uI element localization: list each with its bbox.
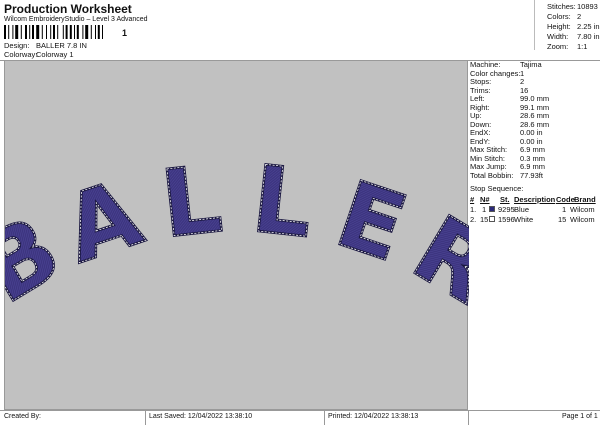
row-code: 1 xyxy=(562,205,567,214)
barcode-bar xyxy=(95,25,96,39)
barcode-bar xyxy=(50,25,52,39)
barcode-bar xyxy=(12,25,14,39)
footer-divider xyxy=(145,411,146,425)
stat-stitches: Stitches:10893 xyxy=(547,2,598,11)
colorway-value: Colorway 1 xyxy=(36,50,74,59)
stats-panel: Stitches:10893 Colors: 2 Height: 2.25 in W… xyxy=(534,0,600,51)
barcode-text: 1 xyxy=(122,28,128,38)
row-needle: 15 xyxy=(480,215,489,224)
stat-label: Stitches: xyxy=(547,2,576,11)
stat-zoom: Zoom: 1:1 xyxy=(547,42,587,51)
row-code: 15 xyxy=(558,215,567,224)
row-stitches: 9295 xyxy=(498,205,515,214)
barcode-bar xyxy=(65,25,68,39)
barcode-bar xyxy=(46,25,47,39)
stat-value: 7.80 in xyxy=(577,32,600,41)
stat-value: 2.25 in xyxy=(577,22,600,31)
barcode-bar xyxy=(76,25,79,39)
stat-label: Zoom: xyxy=(547,42,569,51)
page-title: Production Worksheet xyxy=(4,2,132,16)
footer: Created By: Last Saved: 12/04/2022 13:38… xyxy=(0,410,600,425)
stat-label: Colors: xyxy=(547,12,571,21)
info-label: Total Bobbin: xyxy=(470,170,514,180)
colorway-label: Colorway: xyxy=(4,50,38,59)
stat-value: 1:1 xyxy=(577,42,588,51)
stat-value: 2 xyxy=(577,12,582,21)
color-swatch xyxy=(489,216,495,222)
stat-value: 10893 xyxy=(577,2,598,11)
col-header-brand: Brand xyxy=(574,195,596,204)
footer-page: Page 1 of 1 xyxy=(562,413,598,420)
row-num: 2. xyxy=(470,215,477,224)
design-letter-stitch: L xyxy=(248,146,318,259)
col-header-needle: N# xyxy=(480,195,490,204)
row-description: Blue xyxy=(514,205,530,214)
row-num: 1. xyxy=(470,205,477,214)
row-brand: Wilcom xyxy=(570,205,595,214)
barcode-bar xyxy=(29,25,31,39)
barcode-bar xyxy=(69,25,72,39)
barcode-bar xyxy=(62,25,64,39)
software-subtitle: Wilcom EmbroideryStudio – Level 3 Advanc… xyxy=(4,16,148,23)
col-header-num: # xyxy=(470,195,475,204)
col-header-description: Description xyxy=(514,195,556,204)
row-description: White xyxy=(514,215,534,224)
design-letter-stitch: E xyxy=(325,161,419,282)
col-header-code: Code xyxy=(556,195,575,204)
stat-width: Width: 7.80 in xyxy=(547,32,600,41)
barcode-bar xyxy=(53,25,55,39)
stat-colors: Colors: 2 xyxy=(547,12,581,21)
footer-printed: Printed: 12/04/2022 13:38:13 xyxy=(328,413,419,420)
barcode-bar xyxy=(41,25,43,39)
col-header-stitches: St. xyxy=(500,195,510,204)
info-value: 77.93ft xyxy=(520,170,543,180)
footer-divider xyxy=(468,411,469,425)
design-label: Design: xyxy=(4,41,30,50)
footer-last-saved: Last Saved: 12/04/2022 13:38:10 xyxy=(149,413,253,420)
design-preview-svg: BBAA LL LL EERR xyxy=(0,144,513,325)
design-preview[interactable]: BBAALLLLEERR xyxy=(0,60,513,410)
barcode-bar xyxy=(82,25,84,39)
row-stitches: 1596 xyxy=(498,215,515,224)
design-letter-stitch: L xyxy=(157,146,227,259)
barcode-bar xyxy=(15,25,19,39)
barcode-bar xyxy=(97,25,100,39)
barcode-bar xyxy=(102,25,103,39)
stat-label: Width: xyxy=(547,32,569,41)
barcode-bar xyxy=(36,25,40,39)
design-value: BALLER 7.8 IN xyxy=(36,41,87,50)
barcode-bar xyxy=(90,25,92,39)
barcode xyxy=(4,25,103,39)
barcode-bar xyxy=(25,25,27,39)
barcode-bar xyxy=(57,25,59,39)
barcode-bar xyxy=(85,25,89,39)
row-needle: 1 xyxy=(482,205,487,214)
color-swatch xyxy=(489,206,495,212)
design-letter-stitch: R xyxy=(396,196,469,324)
stop-sequence-title: Stop Sequence: xyxy=(470,184,524,193)
stat-height: Height: 2.25 in xyxy=(547,22,600,31)
barcode-bar xyxy=(8,25,10,39)
barcode-bar xyxy=(4,25,6,39)
barcode-bar xyxy=(20,25,22,39)
stat-label: Height: xyxy=(547,22,571,31)
barcode-bar xyxy=(32,25,34,39)
footer-divider xyxy=(324,411,325,425)
footer-created-by: Created By: xyxy=(4,413,41,420)
design-letter-stitch: A xyxy=(52,159,154,283)
row-brand: Wilcom xyxy=(570,215,595,224)
barcode-bar xyxy=(74,25,75,39)
